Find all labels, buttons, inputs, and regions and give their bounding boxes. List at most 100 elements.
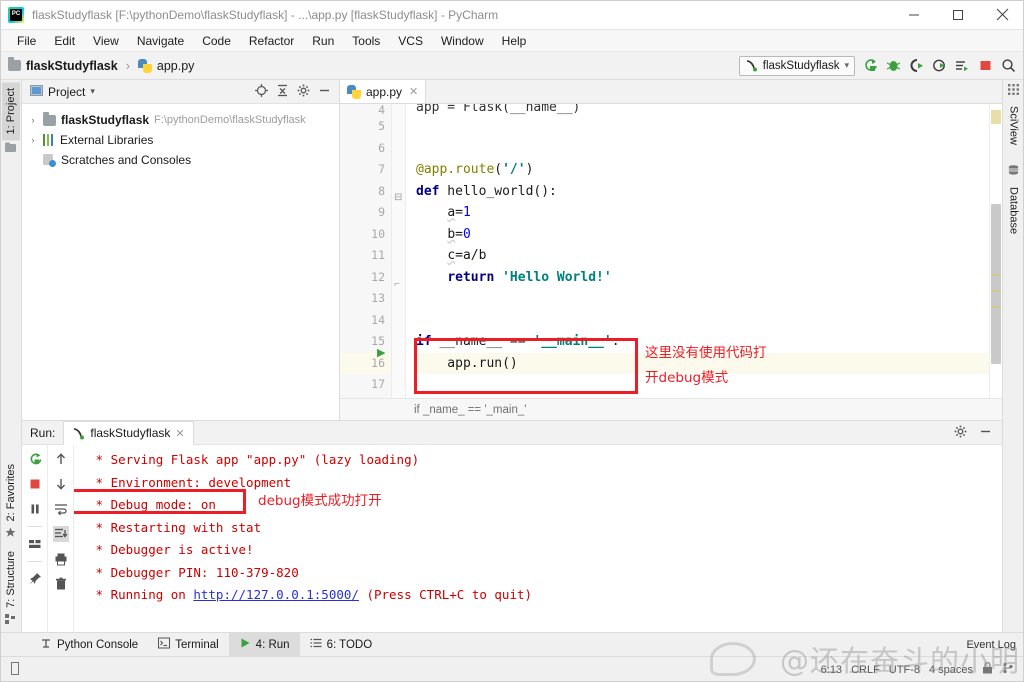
scrollbar-thumb[interactable] [991,204,1001,364]
up-icon[interactable] [53,451,69,467]
coverage-icon[interactable] [908,58,924,74]
editor-breadcrumb-label[interactable]: if _name_ == '_main_' [414,404,526,416]
sidebar-item-database[interactable]: Database [1005,181,1023,240]
run-configuration-selector[interactable]: flaskStudyflask ▾ [738,55,855,76]
profile-icon[interactable] [931,58,947,74]
layout-icon[interactable] [27,536,43,552]
scroll-to-end-icon[interactable] [52,526,69,542]
menu-navigate[interactable]: Navigate [128,32,193,50]
sidebar-item-structure[interactable]: 7: Structure [2,545,20,614]
sidebar-item-sciview[interactable]: SciView [1005,100,1023,151]
python-console-icon [40,637,52,652]
chevron-down-icon[interactable]: ▾ [844,60,849,71]
menu-code[interactable]: Code [193,32,240,50]
stop-icon[interactable] [27,476,43,492]
down-icon[interactable] [53,476,69,492]
tree-item-scratches[interactable]: Scratches and Consoles [22,150,339,170]
line-number: 12 [371,269,385,284]
event-log-link[interactable]: Event Log [966,639,1016,651]
locate-icon[interactable] [255,83,268,100]
database-icon [1008,165,1019,179]
fold-collapse-icon[interactable]: ⊟ [394,192,402,203]
main-area: 1: Project 2: Favorites 7: Structure Pro… [0,80,1024,632]
gear-icon[interactable] [954,425,967,441]
caret-position[interactable]: 6:13 [821,664,842,676]
run-console-output[interactable]: * Serving Flask app "app.py" (lazy loadi… [74,445,1002,632]
status-item-python-console[interactable]: Python Console [30,633,148,657]
menu-refactor[interactable]: Refactor [240,32,303,50]
tree-item-label: External Libraries [60,133,154,147]
menu-view[interactable]: View [84,32,128,50]
hide-icon[interactable] [979,425,992,441]
collapse-all-icon[interactable] [276,84,289,100]
status-item-run[interactable]: 4: Run [228,632,300,657]
line-number: 7 [378,162,385,176]
window-title: flaskStudyflask [F:\pythonDemo\flaskStud… [32,7,499,22]
flask-run-icon [74,427,85,439]
print-icon[interactable] [53,551,69,567]
gear-icon[interactable] [297,84,310,100]
sidebar-item-favorites-label: 2: Favorites [4,463,17,522]
file-encoding[interactable]: UTF-8 [889,664,920,676]
indent-setting[interactable]: 4 spaces [929,664,973,676]
menu-vcs[interactable]: VCS [389,32,432,50]
tree-item-project-root[interactable]: › flaskStudyflask F:\pythonDemo\flaskStu… [22,110,339,130]
code-folding-gutter[interactable]: ⊟ ⌐ [392,104,406,398]
stop-icon[interactable] [977,58,993,74]
editor-body[interactable]: 4 5 6 7 8 9 10 11 12 13 14 15 16 17 ▶ ⊟ … [340,104,1002,398]
status-item-terminal[interactable]: Terminal [148,633,228,657]
server-url-link[interactable]: http://127.0.0.1:5000/ [193,587,359,602]
search-everywhere-icon[interactable] [1000,58,1016,74]
run-with-console-icon[interactable] [954,58,970,74]
branch-icon[interactable] [1002,662,1014,677]
scrollbar-warning-marker [991,306,1001,308]
minimize-icon[interactable] [892,0,936,30]
editor-tab-label: app.py [366,84,403,99]
chevron-down-icon[interactable]: ▾ [90,86,95,97]
status-item-todo[interactable]: 6: TODO [300,633,383,657]
menu-window[interactable]: Window [432,32,493,50]
hide-icon[interactable] [318,84,331,100]
pause-icon[interactable] [27,501,43,517]
clear-all-icon[interactable] [53,576,69,592]
close-icon[interactable] [980,0,1024,30]
expand-arrow-icon[interactable]: › [28,115,38,125]
console-running-suffix: (Press CTRL+C to quit) [358,587,533,602]
tree-item-external-libraries[interactable]: › External Libraries [22,130,339,150]
code-line-8: def hello_world(): [416,183,557,199]
rerun-icon[interactable] [27,451,43,467]
sidebar-item-project[interactable]: 1: Project [1,82,20,141]
menu-run[interactable]: Run [303,32,343,50]
line-number: 8 [378,183,385,198]
menu-file[interactable]: File [8,32,45,50]
menu-help[interactable]: Help [493,32,536,50]
editor-scrollbar[interactable] [989,104,1002,398]
debug-icon[interactable] [885,58,901,74]
editor-status-right: 6:13 CRLF UTF-8 4 spaces [821,662,1014,677]
rerun-icon[interactable] [862,58,878,74]
console-line: * Debugger is active! [88,542,254,557]
close-icon[interactable]: ✕ [409,85,418,98]
breadcrumb-project[interactable]: flaskStudyflask [26,59,118,73]
close-icon[interactable]: ✕ [175,427,184,440]
project-tool-window: Project ▾ › flaskStudyflask F:\pythonDem… [22,80,340,420]
maximize-icon[interactable] [936,0,980,30]
breadcrumb: flaskStudyflask › app.py [8,57,195,73]
menu-tools[interactable]: Tools [343,32,389,50]
line-separator[interactable]: CRLF [851,664,880,676]
lock-icon[interactable] [982,662,993,677]
menu-edit[interactable]: Edit [45,32,84,50]
expand-arrow-icon[interactable]: › [28,135,38,145]
editor-tab-app-py[interactable]: app.py ✕ [340,80,427,103]
pin-icon[interactable] [27,571,43,587]
breadcrumb-file[interactable]: app.py [157,59,195,73]
fold-end-icon[interactable]: ⌐ [394,279,400,290]
toggle-sidebar-icon[interactable] [10,661,23,678]
run-tab-flaskstudyflask[interactable]: flaskStudyflask ✕ [63,420,194,445]
sidebar-item-structure-label: 7: Structure [4,551,17,608]
sidebar-item-favorites[interactable]: 2: Favorites [2,458,20,527]
run-gutter-marker-icon[interactable]: ▶ [377,346,385,359]
soft-wrap-icon[interactable] [53,501,69,517]
